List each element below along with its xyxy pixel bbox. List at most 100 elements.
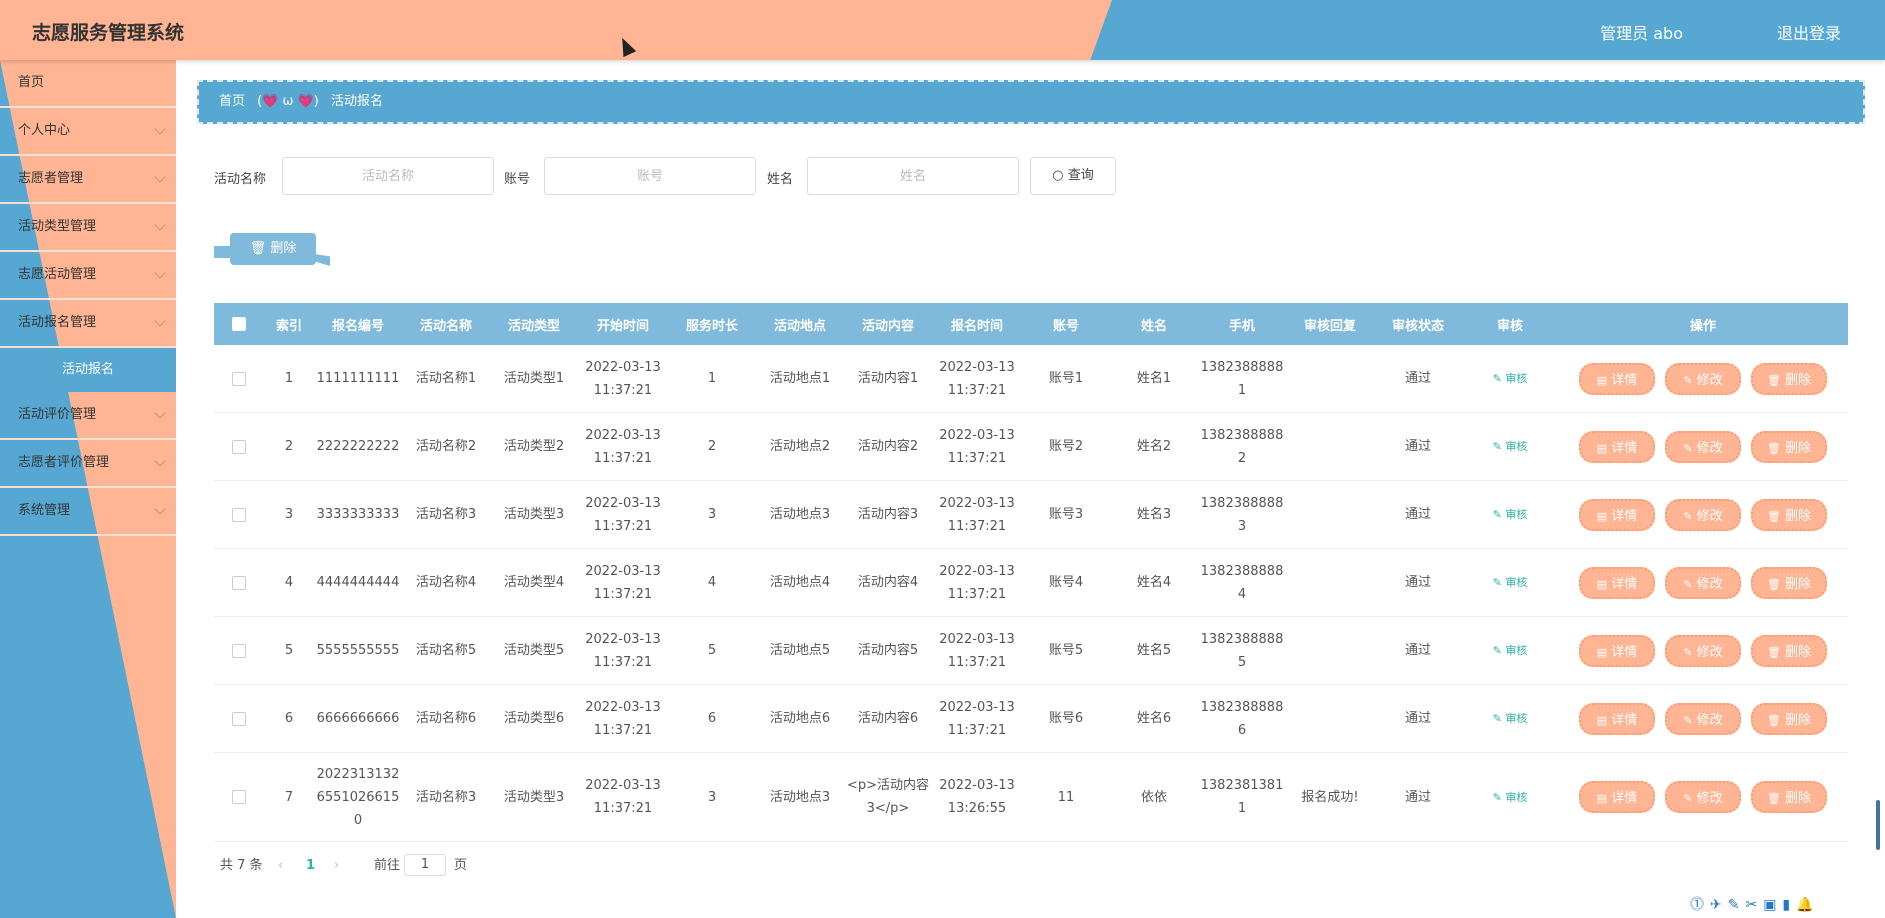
cell-activity: 活动名称3 bbox=[402, 752, 490, 842]
sidebar-item-label: 系统管理 bbox=[18, 503, 71, 518]
audit-cell: ✎ 审核 bbox=[1462, 752, 1558, 842]
audit-label: 审核 bbox=[1505, 712, 1528, 725]
scrollbar-thumb[interactable] bbox=[1876, 800, 1880, 850]
row-checkbox[interactable] bbox=[232, 643, 246, 658]
row-checkbox[interactable] bbox=[232, 371, 246, 386]
sidebar-item[interactable]: 活动类型管理 bbox=[0, 204, 176, 252]
pencil-icon: ✎ bbox=[1492, 790, 1506, 804]
audit-link[interactable]: ✎ 审核 bbox=[1493, 576, 1528, 589]
breadcrumb-home[interactable]: 首页 bbox=[219, 94, 245, 109]
cell-type: 活动类型2 bbox=[490, 412, 578, 481]
edit-button[interactable]: ✎ 修改 bbox=[1665, 634, 1741, 667]
pencil-icon: ✎ bbox=[1492, 508, 1506, 521]
column-header: 操作 bbox=[1558, 303, 1848, 345]
detail-button[interactable]: ▤ 详情 bbox=[1579, 702, 1655, 735]
pencil-icon: ✎ bbox=[1683, 441, 1693, 455]
cell-index: 5 bbox=[264, 616, 314, 685]
cell-name: 姓名5 bbox=[1110, 616, 1198, 685]
detail-button[interactable]: ▤ 详情 bbox=[1579, 362, 1655, 395]
cell-activity: 活动名称5 bbox=[402, 616, 490, 685]
audit-link[interactable]: ✎ 审核 bbox=[1493, 644, 1528, 657]
detail-button[interactable]: ▤ 详情 bbox=[1579, 498, 1655, 531]
table-header-row: 索引 报名编号 活动名称 活动类型 开始时间 服务时长 活动地点 活动内容 报名时间 账号 姓名 手机… bbox=[214, 303, 1848, 345]
chevron-down-icon bbox=[154, 219, 166, 231]
delete-button[interactable]: 🗑 删除 bbox=[1751, 781, 1827, 813]
actions-cell: ▤ 详情 ✎ 修改 🗑 删除 bbox=[1558, 752, 1848, 842]
detail-button[interactable]: ▤ 详情 bbox=[1579, 566, 1655, 599]
name-input[interactable] bbox=[807, 157, 1019, 195]
delete-button[interactable]: 🗑 删除 bbox=[1751, 634, 1827, 667]
next-page-icon[interactable]: › bbox=[334, 855, 339, 877]
sidebar-item[interactable]: 活动报名管理 bbox=[0, 300, 176, 348]
audit-link[interactable]: ✎ 审核 bbox=[1493, 372, 1528, 385]
pencil-icon: ✎ bbox=[1683, 713, 1693, 727]
audit-link[interactable]: ✎ 审核 bbox=[1493, 508, 1528, 521]
delete-button[interactable]: 🗑 删除 bbox=[1751, 362, 1827, 395]
table-row: 4 4444444444 活动名称4 活动类型4 2022-03-13 11:37:21… bbox=[214, 548, 1848, 617]
row-checkbox[interactable] bbox=[232, 507, 246, 522]
edit-button[interactable]: ✎ 修改 bbox=[1665, 430, 1741, 463]
row-checkbox[interactable] bbox=[232, 711, 246, 726]
column-header: 审核状态 bbox=[1374, 303, 1462, 345]
cell-code: 4444444444 bbox=[314, 548, 402, 617]
sidebar-item[interactable]: 活动评价管理 bbox=[0, 392, 176, 440]
edit-button[interactable]: ✎ 修改 bbox=[1665, 362, 1741, 395]
cell-content: 活动内容3 bbox=[844, 480, 932, 549]
delete-button[interactable]: 🗑 删除 bbox=[1751, 702, 1827, 735]
delete-button[interactable]: 🗑 删除 bbox=[1751, 566, 1827, 599]
sidebar-item[interactable]: 志愿者评价管理 bbox=[0, 440, 176, 488]
batch-delete-button[interactable]: 🗑 删除 bbox=[230, 233, 316, 265]
edit-button[interactable]: ✎ 修改 bbox=[1665, 566, 1741, 599]
row-checkbox[interactable] bbox=[232, 575, 246, 590]
goto-page-input[interactable]: 1 bbox=[404, 854, 446, 876]
column-header: 活动内容 bbox=[844, 303, 932, 345]
row-checkbox[interactable] bbox=[232, 790, 246, 804]
sidebar-subitem-active[interactable]: 活动报名 bbox=[0, 348, 176, 392]
cell-account: 账号5 bbox=[1022, 616, 1110, 685]
sidebar-item[interactable]: 志愿活动管理 bbox=[0, 252, 176, 300]
edit-button[interactable]: ✎ 修改 bbox=[1665, 702, 1741, 735]
detail-label: 详情 bbox=[1611, 644, 1638, 660]
sidebar-item[interactable]: 个人中心 bbox=[0, 108, 176, 156]
row-checkbox[interactable] bbox=[232, 439, 246, 454]
cell-index: 6 bbox=[264, 684, 314, 753]
detail-button[interactable]: ▤ 详情 bbox=[1579, 430, 1655, 463]
actions-cell: ▤ 详情 ✎ 修改 🗑 删除 bbox=[1558, 480, 1848, 549]
query-button[interactable]: ○ 查询 bbox=[1030, 157, 1116, 195]
detail-button[interactable]: ▤ 详情 bbox=[1579, 634, 1655, 667]
logout-button[interactable]: 退出登录 bbox=[1777, 20, 1841, 44]
chevron-down-icon bbox=[154, 123, 166, 135]
current-page[interactable]: 1 bbox=[306, 855, 315, 877]
delete-button[interactable]: 🗑 删除 bbox=[1751, 430, 1827, 463]
audit-cell: ✎ 审核 bbox=[1462, 412, 1558, 481]
detail-button[interactable]: ▤ 详情 bbox=[1579, 781, 1655, 813]
delete-button[interactable]: 🗑 删除 bbox=[1751, 498, 1827, 531]
edit-button[interactable]: ✎ 修改 bbox=[1665, 781, 1741, 813]
audit-label: 审核 bbox=[1505, 576, 1528, 589]
goto-label: 前往 bbox=[374, 858, 401, 873]
audit-link[interactable]: ✎ 审核 bbox=[1493, 791, 1528, 804]
row-select-cell bbox=[214, 412, 264, 481]
sidebar-item[interactable]: 志愿者管理 bbox=[0, 156, 176, 204]
sidebar-item[interactable]: 首页 bbox=[0, 60, 176, 108]
cell-start: 2022-03-13 11:37:21 bbox=[578, 548, 668, 617]
batch-delete-label: 删除 bbox=[270, 241, 297, 256]
sidebar-item[interactable]: 系统管理 bbox=[0, 488, 176, 536]
cell-start: 2022-03-13 11:37:21 bbox=[578, 616, 668, 685]
prev-page-icon[interactable]: ‹ bbox=[278, 855, 283, 877]
app-title: 志愿服务管理系统 bbox=[32, 22, 185, 44]
cell-activity: 活动名称1 bbox=[402, 345, 490, 413]
chevron-down-icon bbox=[154, 315, 166, 327]
cell-account: 账号6 bbox=[1022, 684, 1110, 753]
audit-link[interactable]: ✎ 审核 bbox=[1493, 440, 1528, 453]
audit-link[interactable]: ✎ 审核 bbox=[1493, 712, 1528, 725]
name-label: 姓名 bbox=[767, 172, 794, 187]
cell-index: 4 bbox=[264, 548, 314, 617]
select-all-checkbox[interactable] bbox=[232, 317, 246, 331]
cell-duration: 5 bbox=[668, 616, 756, 685]
account-input[interactable] bbox=[544, 157, 756, 195]
column-header: 活动名称 bbox=[402, 303, 490, 345]
activity-name-input[interactable] bbox=[282, 157, 494, 195]
edit-button[interactable]: ✎ 修改 bbox=[1665, 498, 1741, 531]
cell-signup: 2022-03-13 11:37:21 bbox=[932, 345, 1022, 413]
